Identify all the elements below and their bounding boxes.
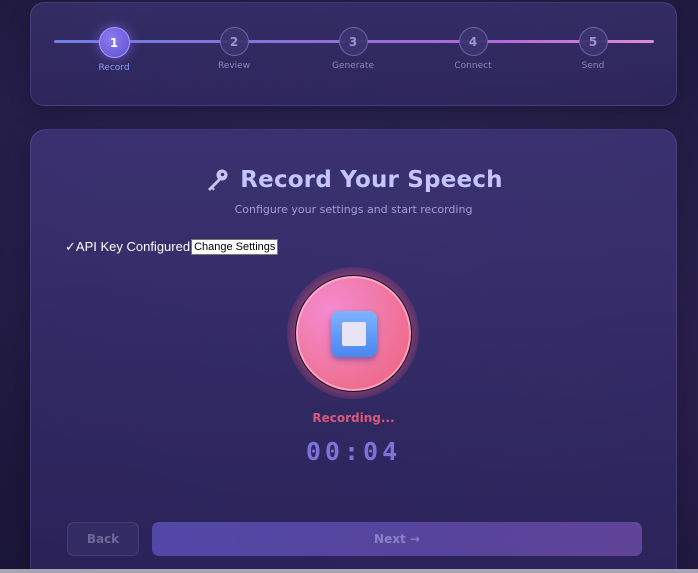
step-record[interactable]: 1 Record [79,27,149,73]
back-button[interactable]: Back [67,522,139,556]
window-bottom-edge [0,569,698,573]
step-review[interactable]: 2 Review [199,27,269,71]
stop-recording-button[interactable] [295,275,412,392]
page-title: Record Your Speech [240,167,503,193]
change-settings-button[interactable]: Change Settings [191,239,279,255]
step-label: Review [217,61,251,71]
step-number: 2 [219,27,249,56]
step-label: Generate [331,61,375,71]
step-label: Connect [454,61,492,71]
stop-icon [331,311,377,357]
recording-timer: 00:04 [305,437,402,466]
key-icon [208,169,228,191]
api-key-status: ✓API Key Configured [65,239,191,254]
step-number: 1 [98,27,130,58]
page-subtitle: Configure your settings and start record… [234,203,473,216]
step-generate[interactable]: 3 Generate [318,27,388,71]
step-label: Send [581,61,605,71]
step-number: 4 [458,27,488,56]
api-key-row: ✓API Key Configured Change Settings [65,239,279,255]
step-send[interactable]: 5 Send [558,27,628,71]
progress-stepper: 1 Record 2 Review 3 Generate 4 Connect 5… [30,2,677,106]
record-panel: Record Your Speech Configure your settin… [30,129,677,573]
step-number: 3 [338,27,368,56]
step-connect[interactable]: 4 Connect [438,27,508,71]
step-number: 5 [578,27,608,56]
step-label: Record [98,63,130,73]
title-row: Record Your Speech [31,167,676,193]
recording-status: Recording... [312,411,395,425]
next-button[interactable]: Next → [152,522,642,556]
